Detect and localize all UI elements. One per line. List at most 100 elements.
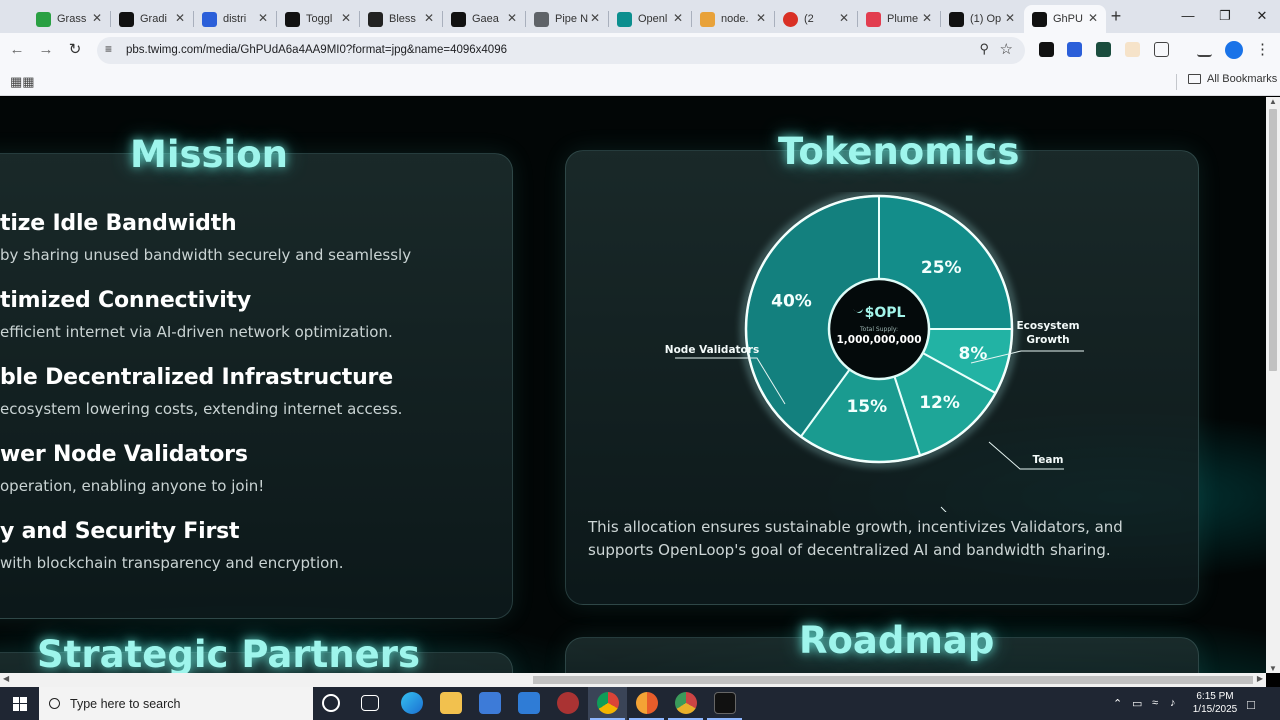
media-control-icon[interactable]	[1197, 42, 1212, 57]
horizontal-scroll-thumb[interactable]	[533, 676, 1253, 684]
slice-category-label: Ecosystem	[1016, 320, 1079, 332]
browser-tab[interactable]: node. ✕	[692, 5, 774, 33]
strategic-partners-heading: Strategic Partners	[37, 633, 421, 673]
tab-separator	[608, 11, 609, 27]
volume-icon[interactable]: ♪	[1170, 697, 1176, 709]
app-pinned-icon[interactable]	[557, 692, 579, 714]
scroll-down-arrow-icon[interactable]: ▼	[1269, 664, 1277, 673]
notification-icon	[783, 11, 798, 27]
tab-close-icon[interactable]: ✕	[1088, 11, 1098, 25]
mail-icon[interactable]	[518, 692, 540, 714]
extension-node-icon[interactable]	[1125, 42, 1140, 57]
tab-close-icon[interactable]: ✕	[507, 11, 517, 25]
tab-separator	[359, 11, 360, 27]
task-view-icon[interactable]	[361, 695, 379, 711]
zoom-icon[interactable]: ⚲	[979, 41, 989, 57]
maximize-button[interactable]: ❐	[1211, 4, 1239, 28]
reload-button[interactable]: ↻	[64, 39, 86, 61]
vertical-scroll-thumb[interactable]	[1269, 109, 1277, 371]
site-settings-icon[interactable]: ≡	[105, 42, 112, 56]
scroll-up-arrow-icon[interactable]: ▲	[1269, 97, 1277, 106]
tab-close-icon[interactable]: ✕	[673, 11, 683, 25]
mission-item: timized Connectivity efficient internet v…	[0, 288, 393, 341]
mission-item: ble Decentralized Infrastructure ecosyst…	[0, 365, 402, 418]
horizontal-scrollbar[interactable]: ◀ ▶	[0, 673, 1266, 687]
browser-tab[interactable]: Toggl ✕	[277, 5, 359, 33]
browser-tab[interactable]: GhPU ✕	[1024, 5, 1106, 33]
browser-tab[interactable]: distri ✕	[194, 5, 276, 33]
tray-chevron-icon[interactable]: ⌃	[1113, 697, 1122, 710]
folder-icon	[1188, 74, 1201, 84]
browser-tab[interactable]: Grass ✕	[28, 5, 110, 33]
browser-tab[interactable]: Bless ✕	[360, 5, 442, 33]
chrome-icon[interactable]	[597, 692, 619, 714]
tab-close-icon[interactable]: ✕	[341, 11, 351, 25]
vertical-scrollbar[interactable]: ▲ ▼	[1266, 97, 1280, 673]
chrome-profile-icon[interactable]	[675, 692, 697, 714]
browser-tab[interactable]: (2 ✕	[775, 5, 857, 33]
taskbar-clock[interactable]: 6:15 PM 1/15/2025	[1188, 690, 1242, 716]
battery-icon[interactable]: ▭	[1132, 697, 1142, 710]
mission-item-title: wer Node Validators	[0, 442, 248, 467]
browser-tab[interactable]: (1) Op ✕	[941, 5, 1023, 33]
minimize-button[interactable]: —	[1174, 4, 1202, 28]
profile-avatar[interactable]	[1225, 41, 1243, 59]
windows-taskbar: Type here to search ⌃ ▭ ≈ ♪ 6:15 PM 1/15…	[0, 687, 1280, 720]
grass-icon	[36, 11, 51, 27]
browser-tab[interactable]: Plume ✕	[858, 5, 940, 33]
tab-close-icon[interactable]: ✕	[1005, 11, 1015, 25]
browser-tab[interactable]: Gradi ✕	[111, 5, 193, 33]
all-bookmarks-button[interactable]: All Bookmarks	[1188, 73, 1277, 85]
mission-item: tize Idle Bandwidth by sharing unused ban…	[0, 211, 411, 264]
wifi-icon[interactable]: ≈	[1152, 697, 1158, 709]
tab-title: distri	[223, 13, 247, 25]
apps-grid-icon[interactable]: ▦▦	[10, 74, 35, 90]
browser-tab[interactable]: Openl ✕	[609, 5, 691, 33]
tab-close-icon[interactable]: ✕	[258, 11, 268, 25]
browser-tab[interactable]: Pipe N ✕	[526, 5, 608, 33]
cortana-icon[interactable]	[322, 694, 340, 712]
new-tab-button[interactable]: +	[1107, 6, 1125, 26]
file-explorer-icon[interactable]	[440, 692, 462, 714]
chrome-menu-icon[interactable]: ⋮	[1255, 40, 1270, 58]
mission-item-description: by sharing unused bandwidth securely and…	[0, 246, 412, 264]
slice-category-label: Node Validators	[665, 344, 759, 356]
extension-distri-icon[interactable]	[1067, 42, 1082, 57]
back-button[interactable]: ←	[6, 39, 28, 61]
scroll-right-arrow-icon[interactable]: ▶	[1257, 674, 1263, 683]
bookmark-star-icon[interactable]: ☆	[1000, 40, 1013, 58]
x-icon	[1032, 11, 1047, 27]
search-icon	[49, 698, 60, 709]
callout-leader-line	[940, 506, 947, 512]
edge-icon[interactable]	[401, 692, 423, 714]
tab-close-icon[interactable]: ✕	[92, 11, 102, 25]
notifications-icon[interactable]: □	[1247, 697, 1255, 712]
chrome-canary-icon[interactable]	[636, 692, 658, 714]
taskbar-search-box[interactable]: Type here to search	[39, 687, 313, 720]
start-button[interactable]	[0, 687, 39, 720]
tab-close-icon[interactable]: ✕	[922, 11, 932, 25]
pinned-app-icon[interactable]	[714, 692, 736, 714]
forward-button[interactable]: →	[35, 39, 57, 61]
tab-title: Bless	[389, 13, 416, 25]
tab-close-icon[interactable]: ✕	[839, 11, 849, 25]
scroll-left-arrow-icon[interactable]: ◀	[3, 674, 9, 683]
url-text[interactable]: pbs.twimg.com/media/GhPUdA6a4AA9MI0?form…	[126, 44, 507, 56]
slice-percent-label: 15%	[846, 397, 887, 417]
roadmap-heading: Roadmap	[799, 619, 995, 662]
slice-percent-label: 25%	[921, 258, 962, 278]
extension-gradient-icon[interactable]	[1039, 42, 1054, 57]
tab-close-icon[interactable]: ✕	[590, 11, 600, 25]
globe-icon	[534, 11, 549, 27]
extension-hash-icon[interactable]	[1096, 42, 1111, 57]
slice-percent-label: 40%	[771, 292, 812, 312]
tab-close-icon[interactable]: ✕	[175, 11, 185, 25]
extensions-puzzle-icon[interactable]	[1154, 42, 1169, 57]
store-icon[interactable]	[479, 692, 501, 714]
taskbar-search-placeholder: Type here to search	[70, 696, 181, 711]
address-bar[interactable]: ≡ pbs.twimg.com/media/GhPUdA6a4AA9MI0?fo…	[97, 37, 1025, 64]
tab-close-icon[interactable]: ✕	[424, 11, 434, 25]
browser-tab[interactable]: Gaea ✕	[443, 5, 525, 33]
close-window-button[interactable]: ✕	[1248, 4, 1276, 28]
tab-close-icon[interactable]: ✕	[756, 11, 766, 25]
